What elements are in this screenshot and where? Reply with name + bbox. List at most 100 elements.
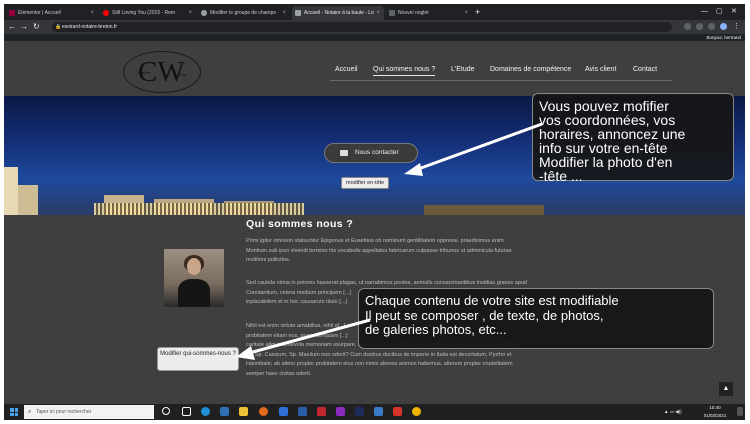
back-arrow-icon[interactable]: ← [8,21,16,33]
site-header: CW Desirée Esq Accueil Qui sommes nous ?… [4,41,745,96]
contact-button-label: Nous contacter [355,149,399,156]
city-skyline-image [4,167,745,215]
youtube-icon [103,10,109,16]
menu-divider [330,80,672,81]
close-tab-icon[interactable]: × [90,6,94,20]
callout-line: Il peut se composer , de texte, de photo… [365,307,604,323]
close-tab-icon[interactable]: × [188,6,192,20]
contact-button[interactable]: Nous contacter [324,143,418,163]
windows-start-icon[interactable] [10,408,18,416]
browser-tab[interactable]: Still Loving You (2015 - Rem × [100,6,196,20]
nav-item-contact[interactable]: Contact [633,65,657,75]
file-explorer-icon[interactable] [239,407,248,416]
nav-item-domaines[interactable]: Domaines de compétence [490,65,571,75]
nav-item-etude[interactable]: L'Etude [451,65,475,75]
tab-label: Modifier le groupe de champs · [210,10,279,16]
paragraph-line: semper haec civitas oderit. [246,370,312,377]
browser-tab[interactable]: Nouvel onglet × [386,6,472,20]
new-tab-button[interactable]: + [475,6,480,18]
new-tab-icon [389,10,395,16]
task-view-icon[interactable] [182,407,191,416]
nav-item-qui-sommes-nous[interactable]: Qui sommes nous ? [373,65,436,76]
browser-tab[interactable]: Modifier le groupe de champs · × [198,6,290,20]
paragraph-line: molitioni pollicitos. [246,257,291,263]
app-icon[interactable] [336,407,345,416]
word-icon[interactable] [279,407,288,416]
clock[interactable]: 15:40 01/03/2021 [697,404,733,420]
callout-line: Chaque contenu de votre site est modifia… [365,293,619,308]
profile-avatar[interactable] [720,23,727,30]
minimize-button[interactable]: — [701,6,708,18]
browser-tab[interactable]: Elementor | Accueil × [6,6,98,20]
firefox-icon[interactable] [259,407,268,416]
edge-icon[interactable] [201,407,210,416]
star-icon[interactable] [684,23,691,30]
callout-line: Vous pouvez mofifier [539,98,669,114]
b-app-icon[interactable] [298,407,307,416]
paragraph-line: Primi igitur omnium statuuntur Epigonus … [246,238,504,244]
close-window-button[interactable]: ✕ [731,6,737,18]
wordpress-icon [201,10,207,16]
extension-icon[interactable] [708,23,715,30]
taskbar-search[interactable]: ⌕ Taper ici pour rechercher [24,405,154,419]
paragraph-line: Montium sub ipso vivendi termino his voc… [246,247,512,254]
tray-icons[interactable]: ▲ ▭ ◀)) [664,408,682,416]
close-tab-icon[interactable]: × [282,6,286,20]
forward-arrow-icon[interactable]: → [20,21,28,33]
screenshot-frame: Elementor | Accueil × Still Loving You (… [0,0,750,424]
clock-date: 01/03/2021 [703,413,727,418]
nav-item-avis-client[interactable]: Avis client [585,65,616,75]
mail-icon[interactable] [374,407,383,416]
scroll-to-top-button[interactable]: ▲ [719,382,733,396]
photoshop-icon[interactable] [355,407,364,416]
tab-label: Still Loving You (2015 - Rem [112,10,176,16]
browser-toolbar: ← → ↻ 🔒 essirard-notaire-breton.fr ⋮ [4,20,745,34]
windows-taskbar: ⌕ Taper ici pour rechercher ▲ ▭ ◀)) 15:4… [4,404,745,420]
reload-icon[interactable]: ↻ [33,21,40,33]
admin-greeting[interactable]: Bonjour, bertrand [706,34,741,41]
portrait-photo [164,249,224,307]
callout-line: info sur votre en-tête [539,140,668,156]
browser-tab-strip: Elementor | Accueil × Still Loving You (… [4,4,745,20]
callout-line: vos coordonnées, vos [539,112,676,128]
callout-line: horaires, annoncez une [539,126,686,142]
browser-tab-active[interactable]: Accueil - Notaire à la baule - Lo × [292,6,384,20]
logo-small-left: Desirée [137,70,151,75]
callout-line: de galeries photos, etc... [365,322,507,337]
paragraph-line: qui Sp. Cassium, Sp. Maelium non oderit?… [246,351,512,358]
camera-icon [340,150,348,156]
edit-header-button[interactable]: modifier en-tête [341,177,390,189]
section-title: Qui sommes nous ? [246,218,354,230]
site-logo[interactable]: CW Desirée Esq [123,51,201,93]
nav-item-accueil[interactable]: Accueil [335,65,358,75]
close-tab-icon[interactable]: × [464,6,468,20]
callout-line: -tête ... [539,168,583,184]
close-tab-icon[interactable]: × [376,6,380,20]
paragraph-line: Hannibale; ab altero propter probitatem … [246,361,513,367]
wp-admin-bar: Bonjour, bertrand [4,34,745,41]
maximize-button[interactable]: ▢ [716,6,723,18]
store-icon[interactable] [220,407,229,416]
tab-label: Nouvel onglet [398,10,429,16]
acrobat-icon[interactable] [393,407,402,416]
notification-icon[interactable] [737,407,743,416]
extension-icon[interactable] [696,23,703,30]
cortana-icon[interactable] [162,407,170,415]
menu-dots-icon[interactable]: ⋮ [733,23,740,30]
app-icon[interactable] [317,407,326,416]
callout-header-info: Vous pouvez mofifier vos coordonnées, vo… [532,93,734,184]
edit-who-button[interactable]: Modifier qui-sommes-nous ? [157,347,239,371]
search-icon: ⌕ [28,409,32,415]
tab-label: Elementor | Accueil [18,10,61,16]
address-bar[interactable]: 🔒 essirard-notaire-breton.fr [52,22,672,32]
paragraph: Primi igitur omnium statuuntur Epigonus … [246,237,586,266]
callout-content-info: Chaque contenu de votre site est modifia… [358,288,714,349]
search-placeholder: Taper ici pour rechercher [36,409,92,415]
logo-small-right: Esq [179,72,186,77]
url-text: essirard-notaire-breton.fr [62,24,118,30]
tab-label: Accueil - Notaire à la baule - Lo [304,10,374,16]
site-favicon-icon [295,10,301,16]
callout-line: Modifier la photo d'en [539,154,673,170]
elementor-icon [9,10,15,16]
chrome-icon[interactable] [412,407,421,416]
